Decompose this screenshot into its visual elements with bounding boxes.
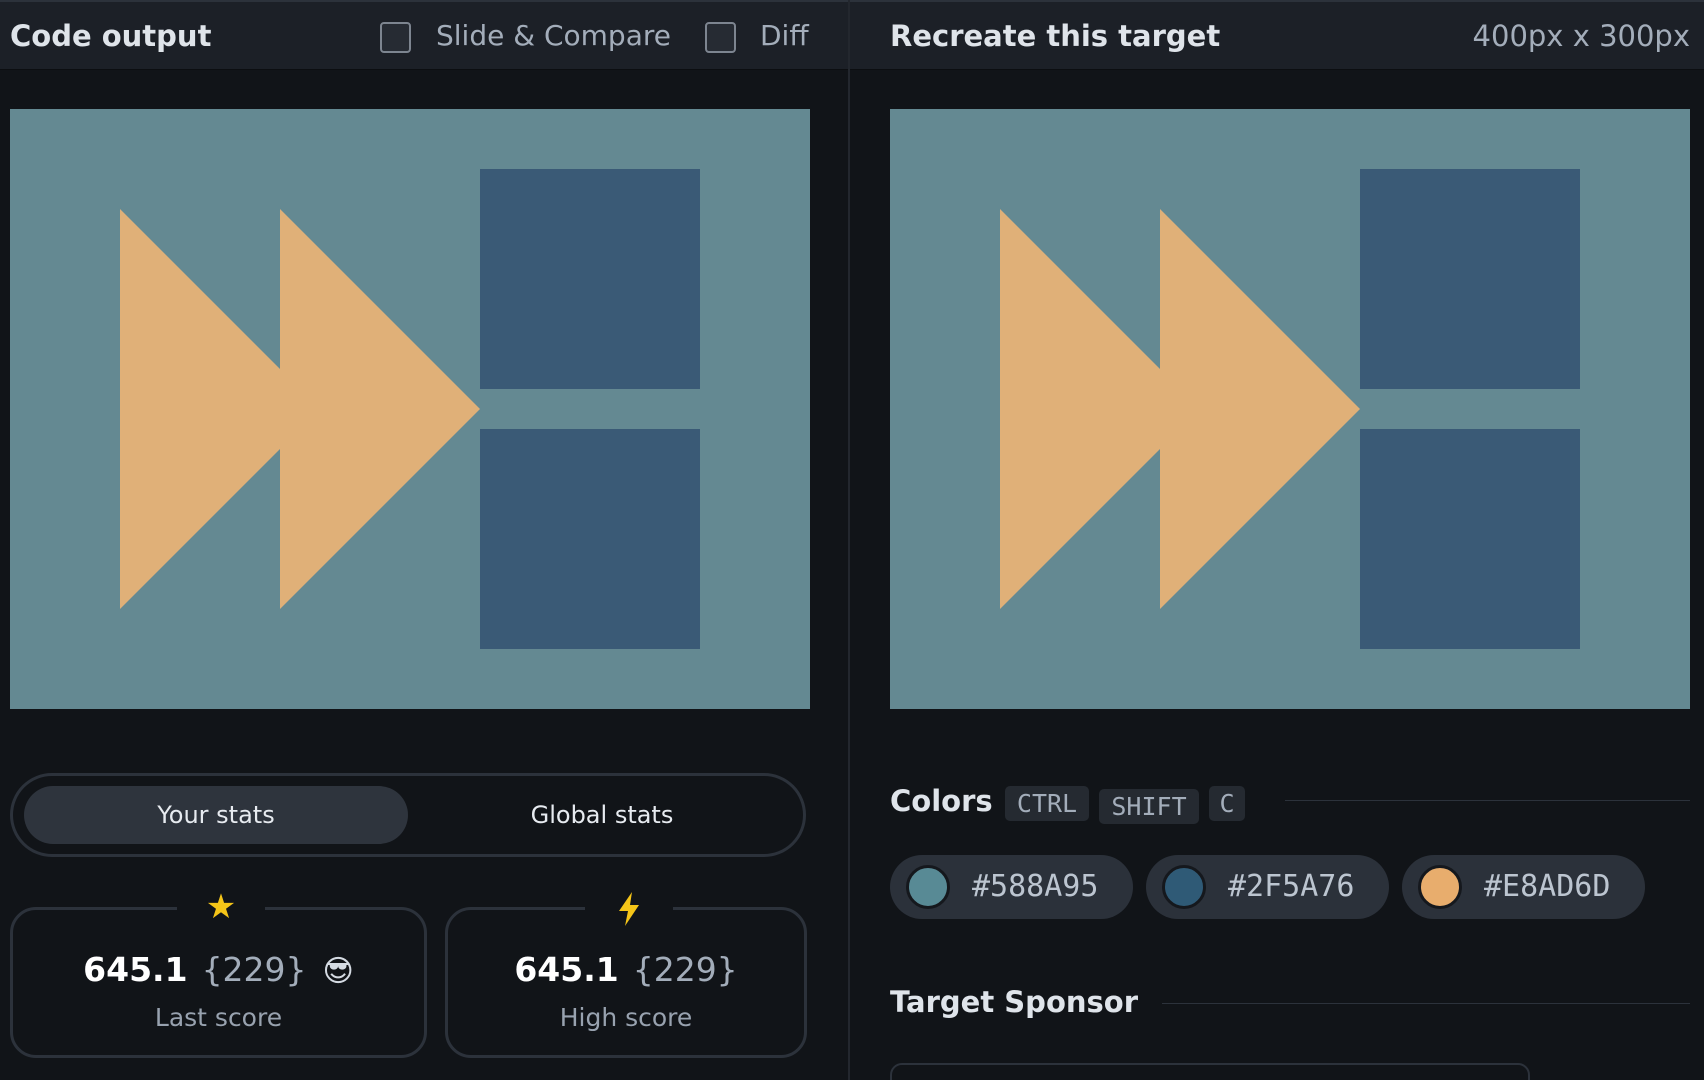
target-header: Recreate this target 400px x 300px — [850, 0, 1704, 70]
diff-checkbox[interactable] — [705, 22, 736, 53]
output-square-top — [480, 169, 700, 389]
swatch-color-dot — [1162, 865, 1206, 909]
colors-title: Colors — [890, 784, 993, 818]
target-square-bottom — [1360, 429, 1580, 649]
target-canvas — [890, 109, 1690, 709]
panel-divider[interactable] — [848, 0, 850, 1080]
code-output-canvas[interactable] — [10, 109, 810, 709]
output-square-bottom — [480, 429, 700, 649]
target-triangle-right — [1160, 209, 1360, 609]
target-dimensions: 400px x 300px — [1472, 19, 1690, 53]
last-score-value: 645.1 — [83, 950, 188, 989]
swatch-hex-label: #588A95 — [972, 869, 1099, 904]
high-score-count: {229} — [632, 950, 738, 989]
app-root: Code output Slide & Compare Diff Recreat… — [0, 0, 1704, 1080]
color-swatch[interactable]: #E8AD6D — [1402, 855, 1645, 919]
swatch-hex-label: #2F5A76 — [1228, 869, 1355, 904]
sponsor-title: Target Sponsor — [890, 985, 1139, 1019]
target-square-top — [1360, 169, 1580, 389]
sponsor-divider — [1162, 1003, 1690, 1004]
swatch-color-dot — [1418, 865, 1462, 909]
sponsor-card[interactable] — [890, 1063, 1530, 1080]
slide-compare-checkbox[interactable] — [380, 22, 411, 53]
high-score-card: 645.1 {229} High score — [445, 892, 807, 1058]
last-score-card: ★ 645.1 {229} 😎 Last score — [10, 890, 427, 1058]
high-score-label: High score — [559, 1003, 693, 1032]
diff-label[interactable]: Diff — [760, 19, 809, 52]
swatch-color-dot — [906, 865, 950, 909]
lightning-icon — [616, 890, 642, 926]
output-triangle-right — [280, 209, 480, 609]
target-title: Recreate this target — [890, 19, 1221, 53]
swatch-hex-label: #E8AD6D — [1484, 869, 1611, 904]
code-output-title: Code output — [10, 19, 212, 53]
shortcut-key-c: C — [1209, 786, 1245, 821]
stats-tab-switcher: Your stats Global stats — [10, 773, 806, 857]
colors-divider — [1285, 800, 1690, 801]
shortcut-key-shift: SHIFT — [1099, 789, 1199, 824]
tab-your-stats[interactable]: Your stats — [24, 786, 408, 844]
slide-compare-label[interactable]: Slide & Compare — [436, 19, 671, 52]
last-score-label: Last score — [154, 1003, 283, 1032]
tab-global-stats[interactable]: Global stats — [410, 786, 794, 844]
high-score-value: 645.1 — [514, 950, 619, 989]
color-swatch[interactable]: #588A95 — [890, 855, 1133, 919]
code-output-header: Code output Slide & Compare Diff — [0, 0, 848, 70]
star-icon: ★ — [205, 887, 237, 927]
shortcut-key-ctrl: CTRL — [1005, 786, 1089, 821]
color-swatch[interactable]: #2F5A76 — [1146, 855, 1389, 919]
sunglasses-emoji-icon: 😎 — [322, 954, 354, 989]
last-score-count: {229} — [201, 950, 307, 989]
